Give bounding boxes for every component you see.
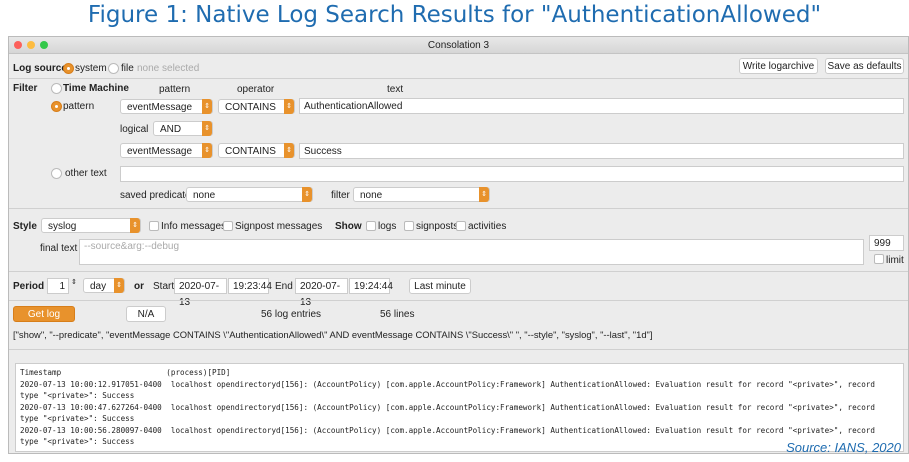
write-logarchive-button[interactable]: Write logarchive bbox=[739, 58, 818, 74]
stepper-icon[interactable]: ⇕ bbox=[71, 278, 77, 286]
log-line: type "<private>": Success bbox=[20, 414, 135, 423]
signpost-messages-checkbox[interactable] bbox=[223, 221, 233, 231]
signposts-checkbox[interactable] bbox=[404, 221, 414, 231]
operator1-select[interactable]: CONTAINS ⇕ bbox=[218, 99, 295, 114]
period-label: Period bbox=[13, 281, 45, 292]
activities-label: activities bbox=[468, 221, 507, 232]
log-output[interactable]: Timestamp (process)[PID] 2020-07-13 10:00… bbox=[15, 363, 904, 452]
activities-checkbox[interactable] bbox=[456, 221, 466, 231]
log-line: type "<private>": Success bbox=[20, 391, 135, 400]
signpost-messages-label: Signpost messages bbox=[235, 221, 323, 232]
pattern-col-header: pattern bbox=[159, 84, 191, 95]
filter-select[interactable]: none ⇕ bbox=[353, 187, 490, 202]
chevron-updown-icon: ⇕ bbox=[284, 99, 294, 114]
style-value: syslog bbox=[48, 221, 77, 232]
pattern2-select[interactable]: eventMessage ⇕ bbox=[120, 143, 213, 158]
chevron-updown-icon: ⇕ bbox=[130, 218, 140, 233]
operator2-value: CONTAINS bbox=[225, 146, 276, 157]
saved-predicate-label: saved predicate bbox=[120, 190, 191, 201]
logical-value: AND bbox=[160, 124, 182, 135]
chevron-updown-icon: ⇕ bbox=[202, 143, 212, 158]
line-count: 56 lines bbox=[380, 309, 415, 320]
signposts-label: signposts bbox=[416, 221, 459, 232]
show-label: Show bbox=[335, 221, 362, 232]
chevron-updown-icon: ⇕ bbox=[202, 99, 212, 114]
command-text: ["show", "--predicate", "eventMessage CO… bbox=[13, 329, 653, 340]
end-time-input[interactable]: 19:24:44 bbox=[349, 278, 393, 294]
log-entries-count: 56 log entries bbox=[261, 309, 322, 320]
start-time-input[interactable]: 19:23:44 bbox=[228, 278, 272, 294]
figure-title: Figure 1: Native Log Search Results for … bbox=[87, 2, 822, 28]
logical-select[interactable]: AND ⇕ bbox=[153, 121, 213, 136]
na-field: N/A bbox=[126, 306, 166, 322]
chevron-updown-icon: ⇕ bbox=[202, 121, 212, 136]
operator2-select[interactable]: CONTAINS ⇕ bbox=[218, 143, 295, 158]
logs-checkbox[interactable] bbox=[366, 221, 376, 231]
filter-select-label: filter bbox=[331, 190, 350, 201]
period-unit-select[interactable]: day ⇕ bbox=[83, 278, 125, 293]
or-label: or bbox=[134, 281, 144, 292]
file-label: file bbox=[121, 63, 134, 74]
file-value: none selected bbox=[137, 63, 200, 74]
saved-predicate-select[interactable]: none ⇕ bbox=[186, 187, 313, 202]
file-radio[interactable] bbox=[108, 63, 119, 74]
log-line: 2020-07-13 10:00:56.280097-0400 localhos… bbox=[20, 425, 875, 435]
logical-label: logical bbox=[120, 124, 149, 135]
operator1-value: CONTAINS bbox=[225, 102, 276, 113]
final-text-input[interactable]: --source&arg:--debug bbox=[79, 239, 864, 265]
log-source-label: Log source bbox=[13, 63, 67, 74]
text-col-header: text bbox=[387, 84, 404, 95]
period-unit-value: day bbox=[90, 281, 107, 292]
operator-col-header: operator bbox=[237, 84, 275, 95]
pattern1-select[interactable]: eventMessage ⇕ bbox=[120, 99, 213, 114]
source-caption: Source: IANS, 2020 bbox=[786, 440, 901, 455]
get-log-button[interactable]: Get log bbox=[13, 306, 75, 322]
log-line: 2020-07-13 10:00:47.627264-0400 localhos… bbox=[20, 402, 875, 412]
saved-predicate-value: none bbox=[193, 190, 216, 201]
chevron-updown-icon: ⇕ bbox=[284, 143, 294, 158]
title-bar: Consolation 3 bbox=[9, 37, 908, 54]
period-count-input[interactable]: 1 bbox=[47, 278, 69, 294]
chevron-updown-icon: ⇕ bbox=[114, 278, 124, 293]
limit-label: limit bbox=[886, 255, 904, 266]
style-label: Style bbox=[13, 221, 37, 232]
limit-checkbox[interactable] bbox=[874, 254, 884, 264]
end-date-input[interactable]: 2020-07-13 bbox=[295, 278, 348, 308]
info-messages-checkbox[interactable] bbox=[149, 221, 159, 231]
other-text-label: other text bbox=[65, 168, 107, 179]
start-label: Start bbox=[153, 281, 175, 292]
time-machine-radio[interactable] bbox=[51, 83, 62, 94]
pattern-radio[interactable] bbox=[51, 101, 62, 112]
info-messages-label: Info messages bbox=[161, 221, 227, 232]
limit-input[interactable]: 999 bbox=[869, 235, 904, 251]
log-header: Timestamp (process)[PID] bbox=[20, 368, 231, 377]
other-text-radio[interactable] bbox=[51, 168, 62, 179]
system-radio[interactable] bbox=[63, 63, 74, 74]
pattern2-value: eventMessage bbox=[127, 146, 193, 157]
pattern-label: pattern bbox=[63, 101, 95, 112]
text2-input[interactable]: Success bbox=[299, 143, 904, 159]
pattern1-value: eventMessage bbox=[127, 102, 193, 113]
other-text-input[interactable] bbox=[120, 166, 904, 182]
chevron-updown-icon: ⇕ bbox=[479, 187, 489, 202]
end-label: End bbox=[275, 281, 293, 292]
system-label: system bbox=[75, 63, 107, 74]
logs-label: logs bbox=[378, 221, 397, 232]
style-select[interactable]: syslog ⇕ bbox=[41, 218, 141, 233]
chevron-updown-icon: ⇕ bbox=[302, 187, 312, 202]
app-window: Consolation 3 Log source system file non… bbox=[8, 36, 909, 454]
last-minute-button[interactable]: Last minute bbox=[409, 278, 471, 294]
start-date-input[interactable]: 2020-07-13 bbox=[174, 278, 227, 308]
log-line: type "<private>": Success bbox=[20, 437, 135, 446]
final-text-label: final text bbox=[40, 243, 78, 254]
filter-label: Filter bbox=[13, 83, 38, 94]
window-title: Consolation 3 bbox=[427, 40, 490, 51]
log-line: 2020-07-13 10:00:12.917051-0400 localhos… bbox=[20, 379, 875, 389]
filter-select-value: none bbox=[360, 190, 383, 201]
save-defaults-button[interactable]: Save as defaults bbox=[825, 58, 904, 74]
time-machine-label: Time Machine bbox=[63, 83, 129, 94]
text1-input[interactable]: AuthenticationAllowed bbox=[299, 98, 904, 114]
